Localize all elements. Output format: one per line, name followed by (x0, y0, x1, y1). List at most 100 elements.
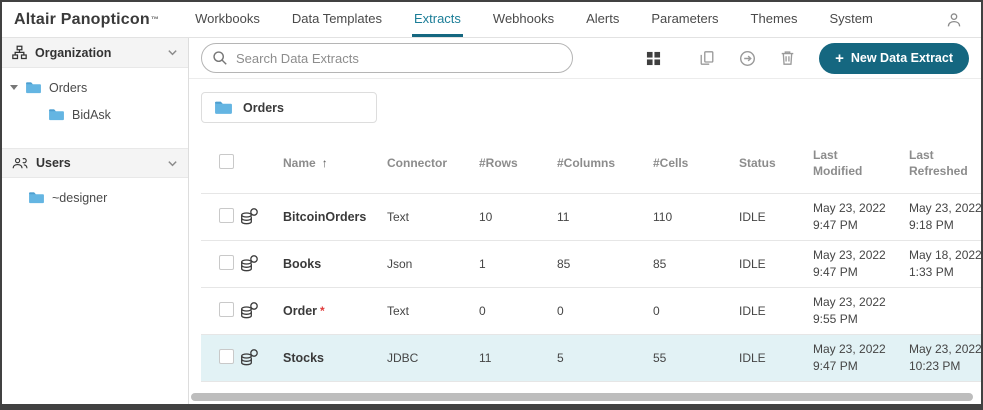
app-window: Altair Panopticon™ Workbooks Data Templa… (0, 0, 983, 410)
row-checkbox[interactable] (219, 302, 234, 317)
current-folder-label: Orders (243, 101, 284, 115)
extract-num-cells: 85 (653, 241, 739, 288)
table-row[interactable]: BitcoinOrders Text 10 11 110 IDLE May 23… (201, 194, 981, 241)
tree-item-label: BidAsk (72, 108, 111, 122)
extract-num-columns: 85 (557, 241, 653, 288)
tree-item-label: ~designer (52, 191, 107, 205)
extract-num-cells: 0 (653, 288, 739, 335)
extract-connector: Text (387, 194, 479, 241)
user-profile-icon[interactable] (945, 2, 981, 37)
copy-icon[interactable] (695, 46, 719, 70)
breadcrumb: Orders (189, 79, 981, 123)
row-checkbox[interactable] (219, 349, 234, 364)
extract-name: BitcoinOrders (283, 210, 366, 224)
sidebar: Organization Orders (2, 38, 189, 404)
extract-connector: JDBC (387, 335, 479, 382)
sidebar-section-label: Users (36, 156, 71, 170)
extract-name: Stocks (283, 351, 324, 365)
required-marker: * (320, 304, 325, 318)
nav-item-themes[interactable]: Themes (749, 2, 800, 37)
search-box[interactable] (201, 43, 573, 73)
data-extract-icon (239, 254, 279, 274)
extract-num-rows: 11 (479, 335, 557, 382)
nav-item-workbooks[interactable]: Workbooks (193, 2, 262, 37)
extract-last-refreshed: May 23, 202210:23 PM (909, 335, 981, 382)
new-data-extract-button[interactable]: + New Data Extract (819, 43, 969, 74)
nav-item-extracts[interactable]: Extracts (412, 2, 463, 37)
column-header-cells[interactable]: #Cells (653, 137, 739, 194)
search-input[interactable] (236, 51, 562, 66)
main-content: + New Data Extract Orders (189, 38, 981, 404)
folder-icon (25, 81, 42, 94)
extract-num-rows: 1 (479, 241, 557, 288)
table-row[interactable]: Books Json 1 85 85 IDLE May 23, 20229:47… (201, 241, 981, 288)
column-header-status[interactable]: Status (739, 137, 813, 194)
trademark-symbol: ™ (151, 15, 159, 24)
column-header-last-modified[interactable]: Last Modified (813, 137, 909, 194)
users-tree: ~designer (2, 178, 188, 231)
sort-ascending-icon: ↑ (322, 156, 328, 170)
extract-status: IDLE (739, 241, 813, 288)
extract-connector: Text (387, 288, 479, 335)
extract-last-refreshed: May 23, 20229:18 PM (909, 194, 981, 241)
tree-item-orders[interactable]: Orders (2, 74, 188, 101)
chevron-down-icon[interactable] (167, 158, 178, 169)
extract-last-modified: May 23, 20229:55 PM (813, 288, 909, 335)
search-icon (212, 50, 228, 66)
extract-last-refreshed (909, 288, 981, 335)
extract-name: Order (283, 304, 317, 318)
current-folder-chip[interactable]: Orders (201, 92, 377, 123)
nav-item-system[interactable]: System (828, 2, 875, 37)
extract-num-rows: 10 (479, 194, 557, 241)
move-to-folder-icon[interactable] (735, 46, 759, 70)
sidebar-section-organization: Organization Orders (2, 38, 188, 148)
column-header-name[interactable]: Name↑ (283, 137, 387, 194)
table-row[interactable]: Stocks JDBC 11 5 55 IDLE May 23, 20229:4… (201, 335, 981, 382)
nav-item-webhooks[interactable]: Webhooks (491, 2, 556, 37)
row-checkbox[interactable] (219, 208, 234, 223)
nav-item-alerts[interactable]: Alerts (584, 2, 621, 37)
organization-tree: Orders BidAsk (2, 68, 188, 148)
caret-down-icon[interactable] (10, 85, 18, 90)
page-body: Organization Orders (2, 38, 981, 404)
column-header-last-refreshed[interactable]: Last Refreshed (909, 137, 981, 194)
sidebar-section-label: Organization (35, 46, 111, 60)
column-header-connector[interactable]: Connector (387, 137, 479, 194)
sidebar-header-users[interactable]: Users (2, 148, 188, 178)
extracts-table: Name↑ Connector #Rows #Columns #Cells St… (201, 137, 981, 382)
extract-status: IDLE (739, 335, 813, 382)
folder-icon (48, 108, 65, 121)
column-header-rows[interactable]: #Rows (479, 137, 557, 194)
table-row[interactable]: Order* Text 0 0 0 IDLE May 23, 20229:55 … (201, 288, 981, 335)
plus-icon: + (835, 50, 844, 67)
extracts-table-wrap: Name↑ Connector #Rows #Columns #Cells St… (189, 123, 981, 382)
tree-item-bidask[interactable]: BidAsk (2, 101, 188, 128)
extract-name: Books (283, 257, 321, 271)
row-checkbox[interactable] (219, 255, 234, 270)
folder-icon (28, 191, 45, 204)
nav-item-data-templates[interactable]: Data Templates (290, 2, 384, 37)
chevron-down-icon[interactable] (167, 47, 178, 58)
extract-num-cells: 110 (653, 194, 739, 241)
tree-item-label: Orders (49, 81, 87, 95)
extract-status: IDLE (739, 288, 813, 335)
delete-icon[interactable] (775, 46, 799, 70)
nav-item-parameters[interactable]: Parameters (649, 2, 720, 37)
grid-view-icon[interactable] (641, 46, 665, 70)
extract-num-columns: 11 (557, 194, 653, 241)
sidebar-header-organization[interactable]: Organization (2, 38, 188, 68)
data-extract-icon (239, 301, 279, 321)
app-logo-text: Altair Panopticon (14, 11, 150, 29)
users-icon (12, 156, 28, 170)
folder-icon (214, 100, 233, 115)
toolbar: + New Data Extract (189, 38, 981, 79)
column-header-columns[interactable]: #Columns (557, 137, 653, 194)
app-logo: Altair Panopticon™ (2, 2, 159, 37)
select-all-checkbox[interactable] (219, 154, 234, 169)
extract-num-rows: 0 (479, 288, 557, 335)
tree-item-designer[interactable]: ~designer (2, 184, 188, 211)
extract-last-refreshed: May 18, 20221:33 PM (909, 241, 981, 288)
extract-num-columns: 5 (557, 335, 653, 382)
horizontal-scrollbar[interactable] (191, 393, 973, 401)
extract-num-cells: 55 (653, 335, 739, 382)
